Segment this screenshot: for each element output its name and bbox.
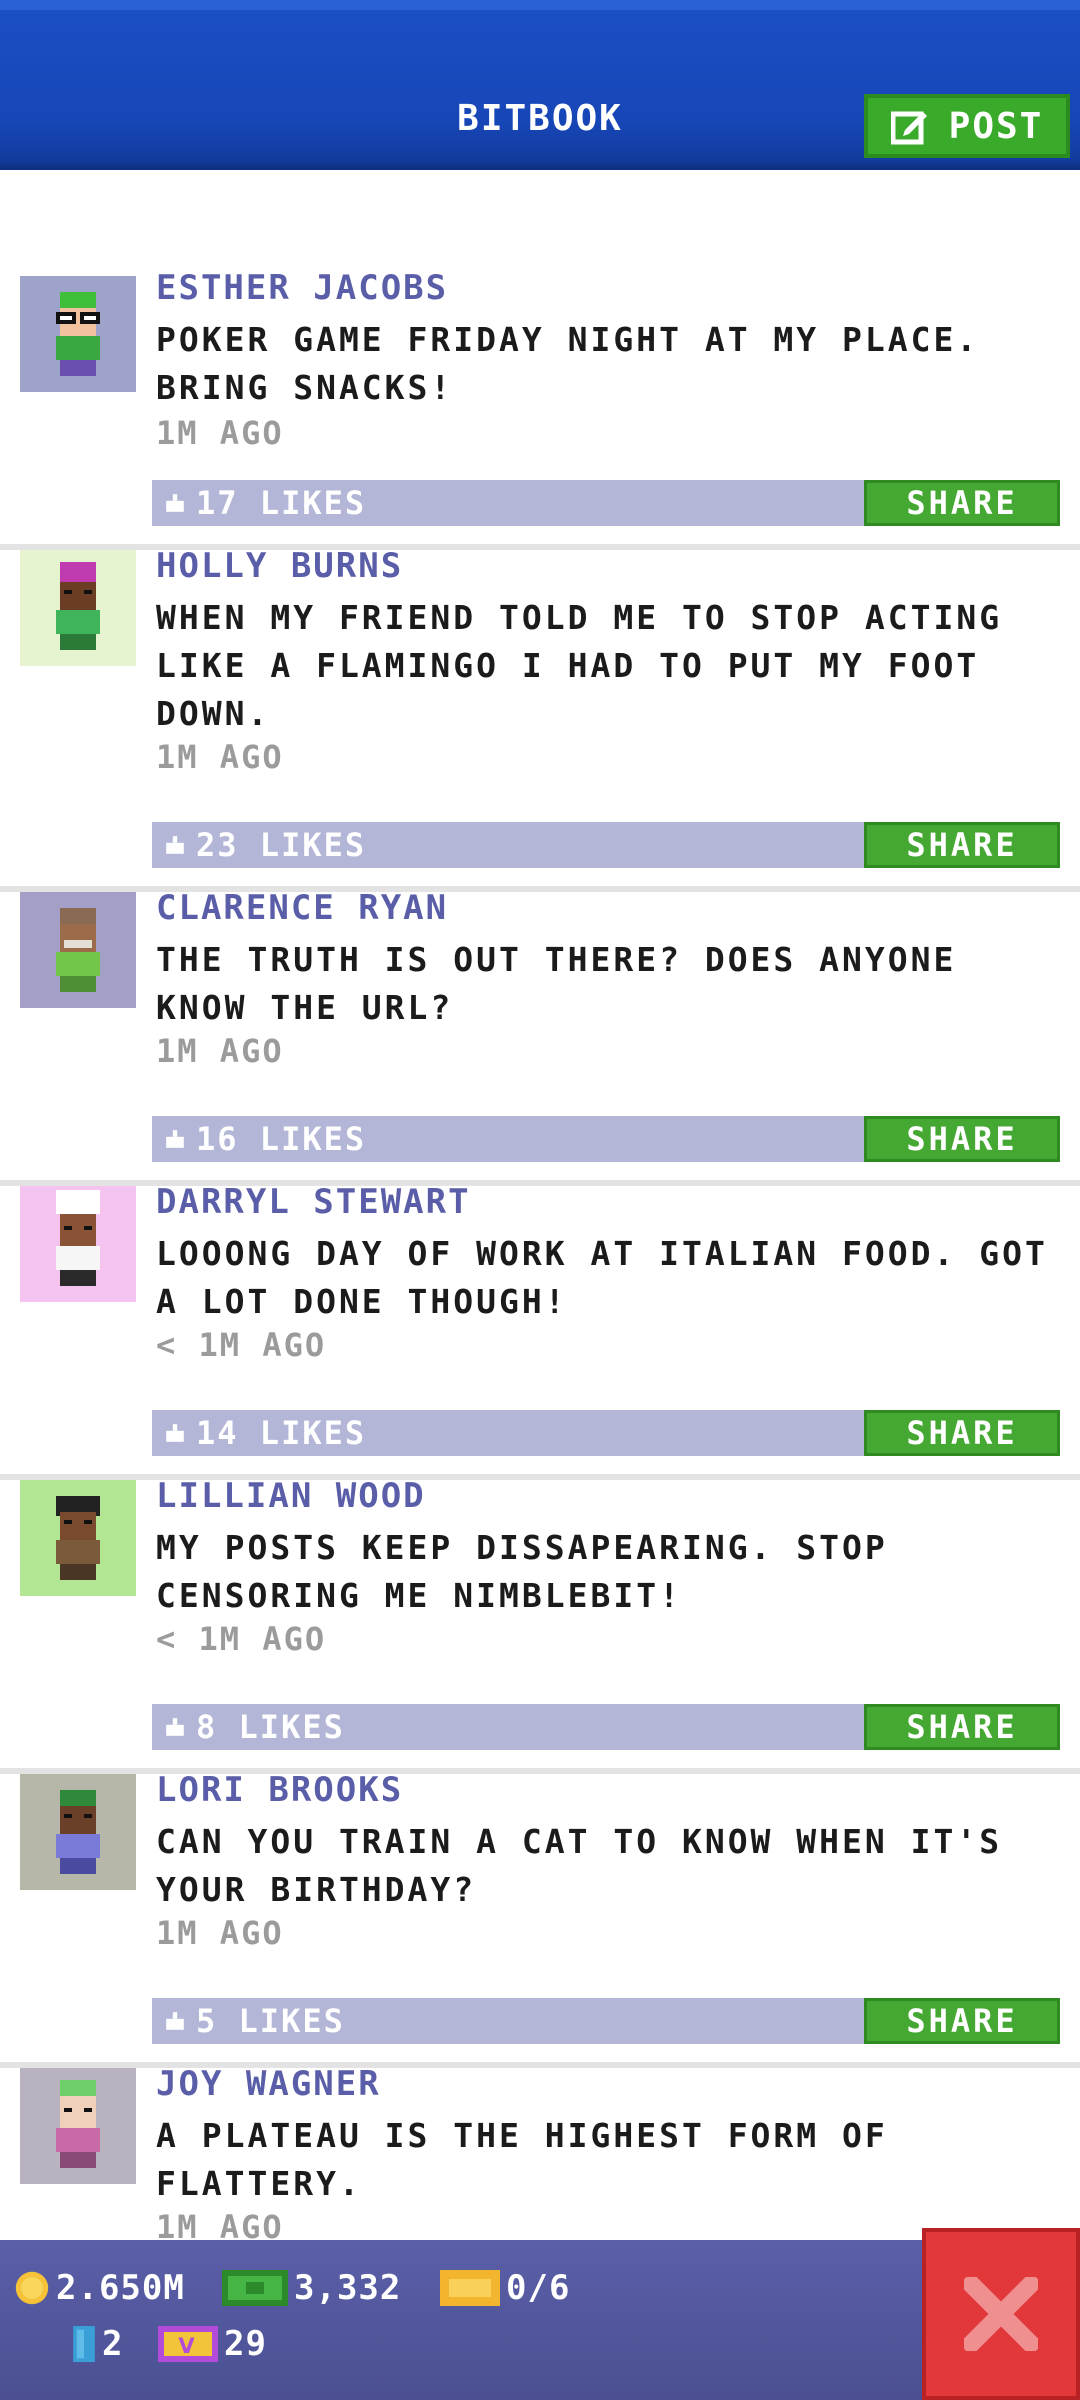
post-author[interactable]: JOY WAGNER: [156, 2064, 381, 2104]
likes-label: 8 LIKES: [196, 1708, 345, 1746]
share-button[interactable]: SHARE: [864, 1998, 1060, 2044]
share-button[interactable]: SHARE: [864, 1704, 1060, 1750]
feed-post: JOY WAGNER A PLATEAU IS THE HIGHEST FORM…: [0, 2064, 1080, 2240]
vip-stat: V 29: [158, 2324, 267, 2364]
likes-bar: 16 LIKES SHARE: [152, 1116, 1060, 1162]
svg-text:V: V: [178, 2334, 197, 2358]
likes-count[interactable]: 8 LIKES: [164, 1708, 345, 1746]
share-button[interactable]: SHARE: [864, 822, 1060, 868]
post-button[interactable]: POST: [864, 94, 1070, 158]
avatar[interactable]: [20, 1774, 136, 1890]
likes-count[interactable]: 5 LIKES: [164, 2002, 345, 2040]
tickets-value: 0/6: [506, 2268, 571, 2308]
ticket-icon: [440, 2270, 500, 2306]
bitbook-feed[interactable]: ESTHER JACOBS POKER GAME FRIDAY NIGHT AT…: [0, 170, 1080, 2240]
avatar[interactable]: [20, 1186, 136, 1302]
share-button[interactable]: SHARE: [864, 480, 1060, 526]
likes-bar: 14 LIKES SHARE: [152, 1410, 1060, 1456]
post-time: 1M AGO: [156, 1032, 284, 1070]
bux-value: 3,332: [294, 2268, 402, 2308]
share-button[interactable]: SHARE: [864, 1410, 1060, 1456]
post-text: CAN YOU TRAIN A CAT TO KNOW WHEN IT'S YO…: [156, 1822, 1003, 1909]
feed-post: HOLLY BURNS WHEN MY FRIEND TOLD ME TO ST…: [0, 546, 1080, 892]
post-text: POKER GAME FRIDAY NIGHT AT MY PLACE. BRI…: [156, 320, 980, 407]
post-author[interactable]: ESTHER JACOBS: [156, 268, 448, 308]
avatar-icon: [56, 1190, 100, 1286]
share-button[interactable]: SHARE: [864, 1116, 1060, 1162]
vip-icon: V: [158, 2326, 218, 2362]
post-text: A PLATEAU IS THE HIGHEST FORM OF FLATTER…: [156, 2116, 888, 2203]
tickets-stat: 0/6: [440, 2268, 570, 2308]
keys-value: 2: [102, 2324, 124, 2364]
likes-label: 23 LIKES: [196, 826, 367, 864]
avatar[interactable]: [20, 550, 136, 666]
post-time: 1M AGO: [156, 414, 284, 452]
post-author[interactable]: DARRYL STEWART: [156, 1182, 471, 1222]
thumbs-up-icon: [166, 1718, 184, 1736]
avatar-icon: [56, 2080, 100, 2168]
avatar-icon: [56, 1790, 100, 1874]
vip-value: 29: [224, 2324, 267, 2364]
likes-count[interactable]: 14 LIKES: [164, 1414, 366, 1452]
post-time: 1M AGO: [156, 738, 284, 776]
avatar[interactable]: [20, 892, 136, 1008]
post-author[interactable]: HOLLY BURNS: [156, 546, 403, 586]
coin-icon: [15, 2271, 49, 2305]
avatar[interactable]: [20, 1480, 136, 1596]
likes-label: 5 LIKES: [196, 2002, 345, 2040]
post-time: < 1M AGO: [156, 1620, 327, 1658]
close-icon: [964, 2277, 1038, 2351]
keys-stat: 2: [72, 2324, 123, 2364]
avatar-icon: [56, 908, 100, 992]
coins-stat: 2.650M: [14, 2268, 185, 2308]
feed-post: LILLIAN WOOD MY POSTS KEEP DISSAPEARING.…: [0, 1476, 1080, 1774]
likes-label: 14 LIKES: [196, 1414, 367, 1452]
feed-post: ESTHER JACOBS POKER GAME FRIDAY NIGHT AT…: [0, 170, 1080, 550]
post-time: 1M AGO: [156, 2208, 284, 2240]
avatar-icon: [56, 1496, 100, 1580]
thumbs-up-icon: [166, 1424, 184, 1442]
likes-label: 17 LIKES: [196, 484, 367, 522]
post-button-label: POST: [948, 105, 1044, 147]
avatar-icon: [56, 562, 100, 650]
likes-bar: 17 LIKES SHARE: [152, 480, 1060, 526]
key-icon: [73, 2326, 95, 2362]
post-text: MY POSTS KEEP DISSAPEARING. STOP CENSORI…: [156, 1528, 888, 1615]
likes-count[interactable]: 16 LIKES: [164, 1120, 366, 1158]
likes-count[interactable]: 23 LIKES: [164, 826, 366, 864]
bux-stat: 3,332: [222, 2268, 401, 2308]
post-time: < 1M AGO: [156, 1326, 327, 1364]
top-header: BITBOOK POST: [0, 0, 1080, 170]
thumbs-up-icon: [166, 2012, 184, 2030]
bux-icon: [222, 2270, 288, 2306]
thumbs-up-icon: [166, 494, 184, 512]
feed-post: DARRYL STEWART LOOONG DAY OF WORK AT ITA…: [0, 1182, 1080, 1480]
avatar[interactable]: [20, 2068, 136, 2184]
edit-icon: [890, 111, 927, 145]
post-text: THE TRUTH IS OUT THERE? DOES ANYONE KNOW…: [156, 940, 957, 1027]
post-text: LOOONG DAY OF WORK AT ITALIAN FOOD. GOT …: [156, 1234, 1048, 1321]
post-text: WHEN MY FRIEND TOLD ME TO STOP ACTING LI…: [156, 598, 1003, 733]
post-time: 1M AGO: [156, 1914, 284, 1952]
feed-post: CLARENCE RYAN THE TRUTH IS OUT THERE? DO…: [0, 888, 1080, 1186]
avatar[interactable]: [20, 276, 136, 392]
likes-bar: 23 LIKES SHARE: [152, 822, 1060, 868]
likes-bar: 8 LIKES SHARE: [152, 1704, 1060, 1750]
coins-value: 2.650M: [56, 2268, 185, 2308]
thumbs-up-icon: [166, 836, 184, 854]
post-author[interactable]: LORI BROOKS: [156, 1770, 403, 1810]
likes-bar: 5 LIKES SHARE: [152, 1998, 1060, 2044]
post-author[interactable]: CLARENCE RYAN: [156, 888, 448, 928]
likes-label: 16 LIKES: [196, 1120, 367, 1158]
status-bar: 2.650M 3,332 0/6 2 V 29: [0, 2240, 1080, 2400]
thumbs-up-icon: [166, 1130, 184, 1148]
post-author[interactable]: LILLIAN WOOD: [156, 1476, 426, 1516]
close-button[interactable]: [922, 2228, 1080, 2400]
likes-count[interactable]: 17 LIKES: [164, 484, 366, 522]
feed-post: LORI BROOKS CAN YOU TRAIN A CAT TO KNOW …: [0, 1770, 1080, 2068]
avatar-icon: [56, 292, 100, 376]
